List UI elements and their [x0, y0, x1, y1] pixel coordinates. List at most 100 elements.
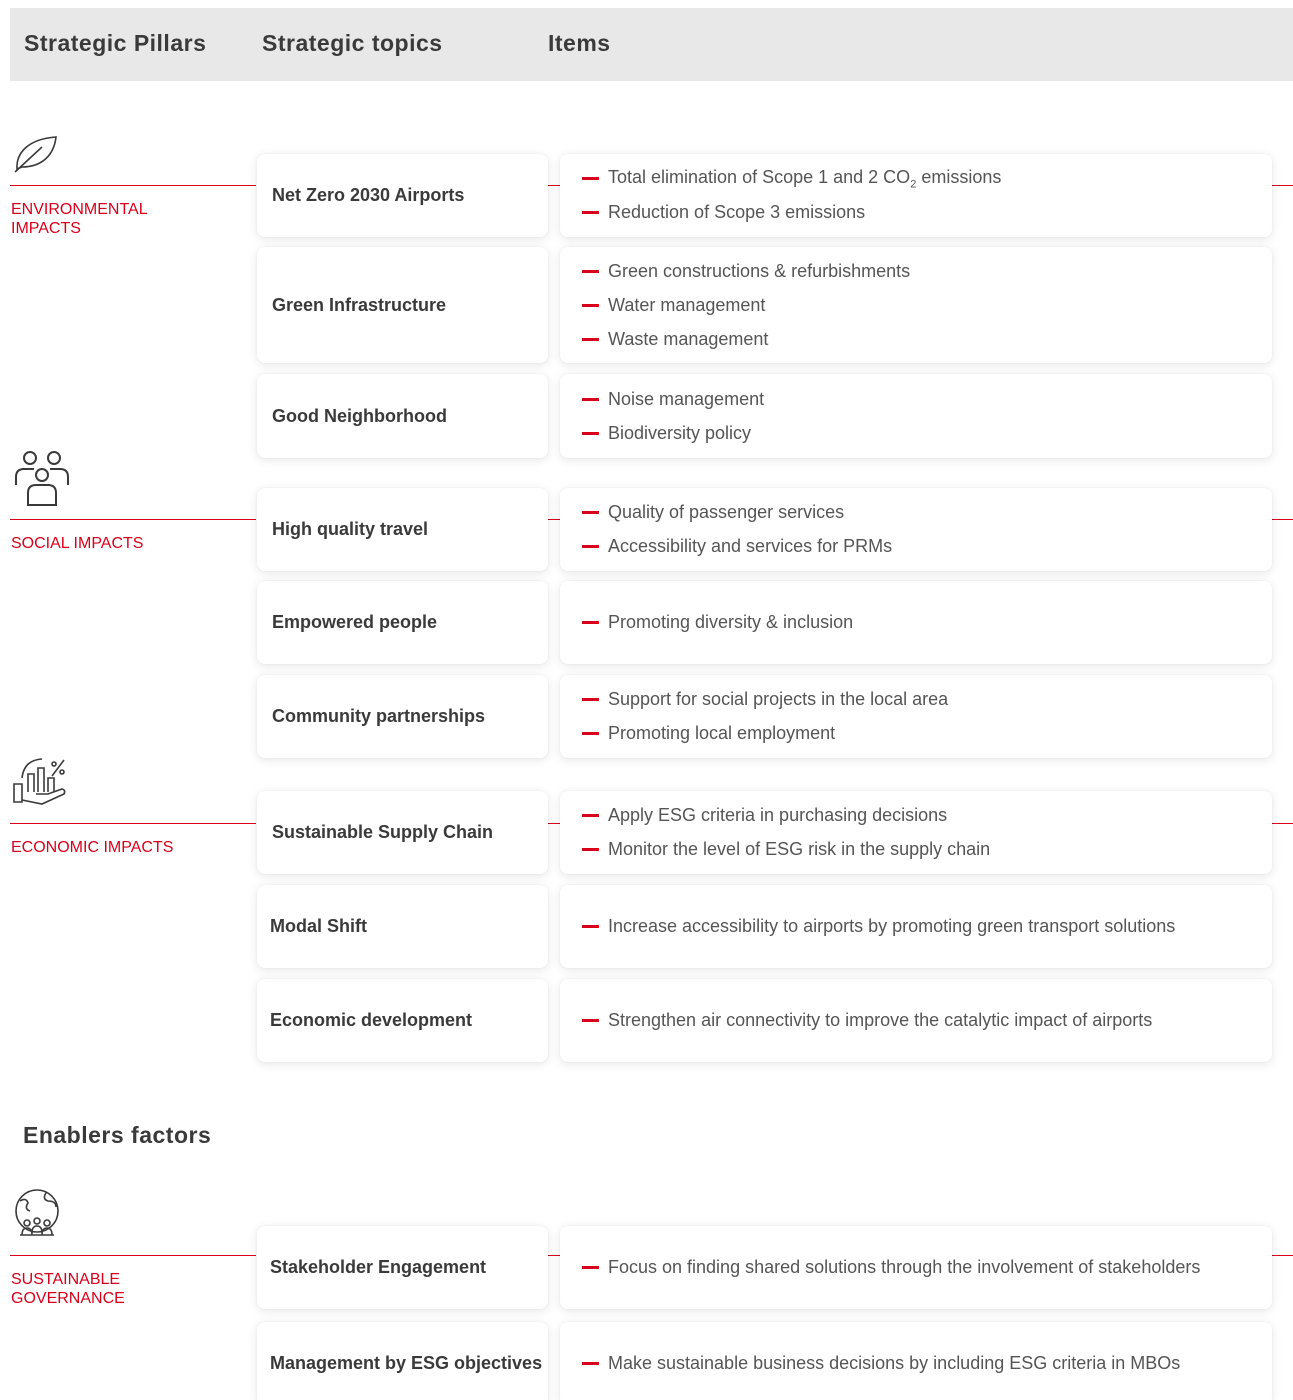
list-item: Strengthen air connectivity to improve t… [582, 1004, 1272, 1038]
dash-bullet [582, 732, 599, 735]
topic-name: Economic development [270, 1010, 473, 1030]
pillar-label-social: SOCIAL IMPACTS [11, 535, 144, 552]
topic-card-net-zero: Net Zero 2030 Airports [257, 154, 548, 237]
dash-bullet [582, 431, 599, 435]
social-divider [10, 519, 256, 520]
economic-divider [10, 823, 256, 824]
topic-name: Green Infrastructure [272, 294, 447, 315]
topic-card-modal-shift: Modal Shift [257, 885, 548, 968]
items-card-economic-development: Strengthen air connectivity to improve t… [560, 979, 1272, 1062]
items-card-sustainable-supply-chain: Apply ESG criteria in purchasing decisio… [560, 791, 1272, 874]
list-item: Green constructions & refurbishments [582, 254, 1272, 288]
topic-card-good-neighborhood: Good Neighborhood [257, 374, 548, 458]
header-strategic-topics: Strategic topics [262, 30, 443, 56]
items-card-high-quality-travel: Quality of passenger services Accessibil… [560, 488, 1272, 571]
item-text: Biodiversity policy [608, 422, 752, 443]
item-text: Reduction of Scope 3 emissions [608, 202, 866, 222]
dash-bullet [582, 814, 599, 817]
topic-card-green-infrastructure: Green Infrastructure [257, 247, 548, 363]
topic-name: Modal Shift [270, 916, 367, 936]
list-item: Quality of passenger services [582, 496, 1272, 530]
topic-card-high-quality-travel: High quality travel [257, 488, 548, 571]
list-item: Increase accessibility to airports by pr… [582, 910, 1272, 944]
items-card-empowered-people: Promoting diversity & inclusion [560, 581, 1272, 664]
topic-name: Empowered people [272, 612, 438, 632]
dash-bullet [582, 698, 599, 701]
item-text: Water management [608, 294, 766, 315]
list-item: Biodiversity policy [582, 416, 1272, 450]
topic-name: Sustainable Supply Chain [272, 822, 494, 842]
dash-bullet [582, 397, 599, 401]
dash-bullet [582, 211, 599, 214]
item-text: Increase accessibility to airports by pr… [608, 916, 1176, 936]
header-items: Items [548, 30, 611, 56]
list-item: Promoting diversity & inclusion [582, 606, 1272, 640]
item-text: Strengthen air connectivity to improve t… [608, 1010, 1153, 1030]
items-card-net-zero: Total elimination of Scope 1 and 2 CO2 e… [560, 154, 1272, 237]
dash-bullet [582, 925, 599, 928]
dash-bullet [582, 337, 599, 341]
topic-name: High quality travel [272, 519, 429, 539]
dash-bullet [582, 621, 599, 624]
topic-card-economic-development: Economic development [257, 979, 548, 1062]
list-item: Waste management [582, 322, 1272, 356]
items-card-stakeholder-engagement: Focus on finding shared solutions throug… [560, 1226, 1272, 1309]
item-text: Accessibility and services for PRMs [608, 536, 893, 556]
topic-name: Management by ESG objectives [270, 1353, 543, 1373]
list-item: Apply ESG criteria in purchasing decisio… [582, 799, 1272, 833]
list-item: Make sustainable business decisions by i… [582, 1347, 1272, 1381]
topic-name: Good Neighborhood [272, 405, 447, 426]
connector-line [548, 185, 560, 186]
governance-divider [10, 1255, 256, 1256]
list-item: Reduction of Scope 3 emissions [582, 196, 1272, 230]
dash-bullet [582, 545, 599, 548]
topic-name: Stakeholder Engagement [270, 1257, 487, 1277]
item-text: Promoting local employment [608, 723, 836, 743]
pillar-label-environmental: ENVIRONMENTAL IMPACTS [11, 201, 148, 237]
topic-card-management-by-esg: Management by ESG objectives [257, 1322, 548, 1400]
items-card-community-partnerships: Support for social projects in the local… [560, 675, 1272, 758]
item-text: Quality of passenger services [608, 502, 845, 522]
list-item: Support for social projects in the local… [582, 683, 1272, 717]
connector-line [1272, 1255, 1293, 1256]
pillar-label-economic: ECONOMIC IMPACTS [11, 839, 174, 856]
list-item: Promoting local employment [582, 717, 1272, 751]
topic-name: Net Zero 2030 Airports [272, 185, 465, 205]
dash-bullet [582, 511, 599, 514]
dash-bullet [582, 269, 599, 273]
dash-bullet [582, 1019, 599, 1022]
connector-line [548, 823, 560, 824]
connector-line [1272, 185, 1293, 186]
item-text: Promoting diversity & inclusion [608, 612, 854, 632]
list-item: Accessibility and services for PRMs [582, 530, 1272, 564]
items-card-green-infrastructure: Green constructions & refurbishments Wat… [560, 247, 1272, 363]
items-card-modal-shift: Increase accessibility to airports by pr… [560, 885, 1272, 968]
list-item: Monitor the level of ESG risk in the sup… [582, 833, 1272, 867]
people-group-icon [12, 447, 72, 514]
item-text: Apply ESG criteria in purchasing decisio… [608, 805, 948, 825]
topic-card-stakeholder-engagement: Stakeholder Engagement [257, 1226, 548, 1309]
globe-people-icon [12, 1187, 64, 1246]
topic-card-community-partnerships: Community partnerships [257, 675, 548, 758]
topic-card-empowered-people: Empowered people [257, 581, 548, 664]
dash-bullet [582, 848, 599, 851]
environmental-divider [10, 185, 256, 186]
dash-bullet [582, 1362, 599, 1365]
header-strategic-pillars: Strategic Pillars [24, 30, 207, 56]
table-header: Strategic Pillars Strategic topics Items [10, 8, 1293, 81]
topic-card-sustainable-supply-chain: Sustainable Supply Chain [257, 791, 548, 874]
connector-line [548, 1255, 560, 1256]
items-card-good-neighborhood: Noise management Biodiversity policy [560, 374, 1272, 458]
item-text: Total elimination of Scope 1 and 2 CO2 e… [608, 166, 1002, 191]
dash-bullet [582, 1266, 599, 1269]
item-text: Focus on finding shared solutions throug… [608, 1257, 1201, 1277]
item-text: Noise management [608, 388, 765, 409]
items-card-management-by-esg: Make sustainable business decisions by i… [560, 1322, 1272, 1400]
list-item: Noise management [582, 382, 1272, 416]
enablers-factors-title: Enablers factors [23, 1122, 212, 1148]
item-text: Monitor the level of ESG risk in the sup… [608, 839, 991, 859]
list-item: Total elimination of Scope 1 and 2 CO2 e… [582, 162, 1272, 196]
item-text: Waste management [608, 328, 769, 349]
topic-name: Community partnerships [272, 706, 486, 726]
dash-bullet [582, 303, 599, 307]
